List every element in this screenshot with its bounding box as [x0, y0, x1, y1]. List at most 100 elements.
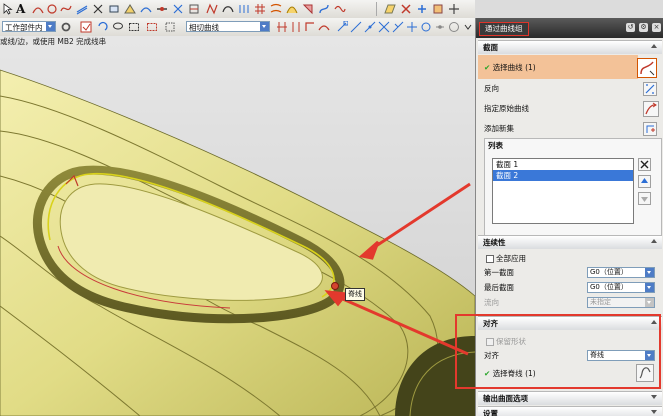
stop-at-intersection-icon[interactable] [276, 21, 288, 33]
i-form-icon[interactable] [416, 3, 428, 15]
continuity-panel-header[interactable]: 连续性 [478, 235, 662, 249]
flow-value: 未指定 [590, 298, 611, 306]
move-icon[interactable] [448, 3, 460, 15]
text-icon[interactable]: A [16, 3, 28, 15]
type-filter-value: 工作部件内 [5, 23, 43, 32]
more-options-icon[interactable] [462, 21, 474, 33]
studio-surface-icon[interactable] [286, 3, 298, 15]
gear-icon[interactable] [60, 21, 72, 33]
type-filter-select[interactable]: 工作部件内 [2, 21, 56, 32]
delete-icon [640, 160, 649, 169]
checkmark-icon: ✔ [484, 63, 491, 72]
reverse-direction-button[interactable] [643, 82, 657, 96]
annotation-arrow [369, 182, 471, 252]
move-down-button[interactable] [638, 192, 651, 205]
start-curve-label: 指定原始曲线 [484, 104, 529, 113]
last-section-select[interactable]: G0（位置） [587, 282, 655, 293]
spine-point [331, 282, 339, 290]
lasso-icon[interactable] [112, 21, 124, 33]
quadrant-snap-icon[interactable] [420, 21, 432, 33]
crossing-select-icon[interactable] [146, 21, 158, 33]
point-on-curve-icon[interactable] [434, 21, 446, 33]
chevron-up-icon [651, 44, 657, 48]
curve-select-icon [640, 61, 655, 76]
chevron-down-icon [651, 395, 657, 399]
surface-from-curves-icon[interactable] [206, 3, 218, 15]
apply-all-label: 全部应用 [496, 254, 526, 263]
arc-center-snap-icon[interactable] [392, 21, 404, 33]
select-curve-label: 选择曲线 (1) [492, 63, 536, 72]
ruled-surface-icon[interactable] [238, 3, 250, 15]
chain-icon[interactable] [318, 21, 330, 33]
n-sided-surface-icon[interactable] [302, 3, 314, 15]
intersect-curve-icon[interactable] [172, 3, 184, 15]
sketch-curve-icon[interactable] [32, 3, 44, 15]
swept-icon[interactable] [318, 3, 330, 15]
top-toolbar: A [0, 0, 475, 19]
dialog-title: 通过曲线组 [479, 22, 529, 36]
flow-select[interactable]: 未指定 [587, 297, 655, 308]
offset-curve-icon[interactable] [76, 3, 88, 15]
add-new-set-button[interactable] [643, 122, 657, 136]
enlarge-icon[interactable] [432, 3, 444, 15]
tangent-snap-icon[interactable] [406, 21, 418, 33]
undo-selection-icon[interactable] [96, 21, 108, 33]
rectangle-select-icon[interactable] [128, 21, 140, 33]
last-section-label: 最后截面 [484, 283, 514, 292]
spine-tooltip: 脊线 [345, 288, 365, 301]
move-up-button[interactable] [638, 175, 651, 188]
settings-icon[interactable]: ⚙ [639, 23, 648, 32]
control-point-snap-icon[interactable] [364, 21, 376, 33]
bound-select-icon[interactable] [164, 21, 176, 33]
remove-button[interactable] [638, 158, 651, 171]
chevron-down-icon [645, 268, 654, 277]
project-curve-icon[interactable] [124, 3, 136, 15]
spline-icon[interactable] [60, 3, 72, 15]
join-curve-icon[interactable] [156, 3, 168, 15]
curve-rule-select[interactable]: 相切曲线 [186, 21, 270, 32]
follow-fillet-icon[interactable] [290, 21, 302, 33]
graphics-viewport[interactable]: 或线/边，或使用 MB2 完成线串 脊线 [0, 36, 475, 416]
section-header-label: 截面 [483, 43, 498, 52]
chevron-up-icon [651, 239, 657, 243]
extend-icon[interactable] [108, 3, 120, 15]
bridge-curve-icon[interactable] [140, 3, 152, 15]
section-curve-icon[interactable] [188, 3, 200, 15]
list-item[interactable]: 截面 2 [493, 170, 633, 181]
dialog-titlebar: 通过曲线组 ↺ ⚙ × [476, 18, 663, 38]
select-curve-button[interactable] [637, 58, 657, 78]
intersection-snap-icon[interactable] [378, 21, 390, 33]
variational-sweep-icon[interactable] [334, 3, 346, 15]
pointer-icon[interactable] [2, 3, 14, 15]
model-view[interactable] [0, 36, 475, 416]
section-panel-header[interactable]: 截面 [478, 40, 662, 54]
settings-header-label: 设置 [483, 409, 498, 416]
endpoint-snap-icon[interactable] [336, 21, 348, 33]
through-curves-icon[interactable] [270, 3, 282, 15]
last-section-value: G0（位置） [590, 283, 628, 291]
list-header: 列表 [488, 141, 503, 150]
section-list[interactable]: 截面 1 截面 2 [492, 158, 634, 224]
list-item[interactable]: 截面 1 [493, 159, 633, 170]
close-icon[interactable]: × [652, 23, 661, 32]
reset-icon[interactable]: ↺ [626, 23, 635, 32]
point-on-surface-icon[interactable] [448, 21, 460, 33]
select-curve-item[interactable]: ✔ 选择曲线 (1) [484, 62, 536, 73]
first-section-select[interactable]: G0（位置） [587, 267, 655, 278]
trim-icon[interactable] [92, 3, 104, 15]
mesh-surface-icon[interactable] [254, 3, 266, 15]
start-curve-button[interactable] [643, 101, 659, 117]
arc-icon[interactable] [46, 3, 58, 15]
apply-all-checkbox[interactable] [486, 255, 494, 263]
output-surface-panel-header[interactable]: 输出曲面选项 [478, 391, 662, 405]
output-surface-header-label: 输出曲面选项 [483, 394, 528, 403]
midpoint-snap-icon[interactable] [350, 21, 362, 33]
edit-surface-icon[interactable] [384, 3, 396, 15]
x-form-icon[interactable] [400, 3, 412, 15]
feature-curves-icon[interactable] [304, 21, 316, 33]
sweep-icon[interactable] [222, 3, 234, 15]
chevron-down-icon [645, 283, 654, 292]
select-all-icon[interactable] [80, 21, 92, 33]
settings-panel-header[interactable]: 设置 [478, 406, 662, 416]
flow-label: 流向 [484, 298, 499, 307]
